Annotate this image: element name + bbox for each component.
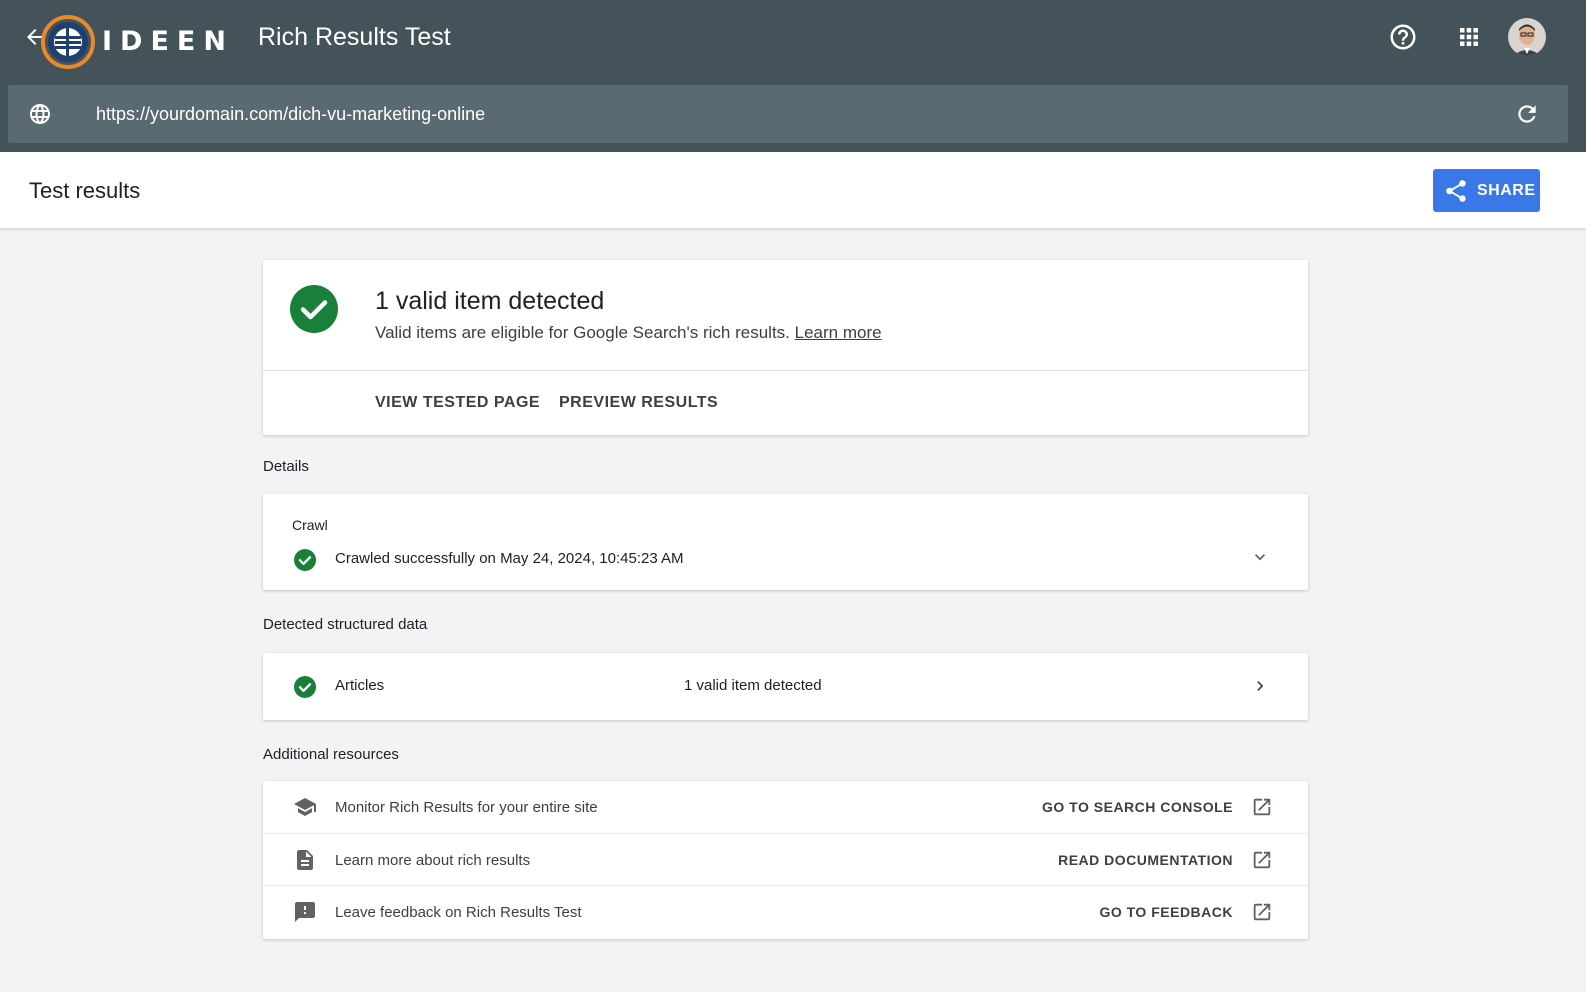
resource-row: Leave feedback on Rich Results Test GO T… — [263, 885, 1308, 937]
summary-title: 1 valid item detected — [375, 287, 605, 315]
share-icon — [1443, 178, 1469, 204]
app-title: Rich Results Test — [258, 23, 451, 51]
open-in-new-icon[interactable] — [1251, 849, 1273, 871]
page-title: Test results — [29, 178, 141, 203]
go-to-search-console-link[interactable]: GO TO SEARCH CONSOLE — [1042, 799, 1233, 815]
feedback-icon — [292, 900, 318, 924]
resource-row: Learn more about rich results READ DOCUM… — [263, 833, 1308, 885]
articles-label: Articles — [335, 677, 385, 694]
structured-data-heading: Detected structured data — [263, 616, 428, 633]
open-in-new-icon[interactable] — [1251, 796, 1273, 818]
open-in-new-icon[interactable] — [1251, 901, 1273, 923]
logo-text: IDEEN — [102, 26, 234, 57]
avatar[interactable] — [1508, 18, 1546, 56]
url-bar[interactable]: https://yourdomain.com/dich-vu-marketing… — [8, 85, 1568, 143]
resource-text: Learn more about rich results — [335, 852, 531, 869]
details-heading: Details — [263, 458, 309, 475]
divider — [263, 370, 1308, 371]
resources-card: Monitor Rich Results for your entire sit… — [263, 781, 1308, 939]
top-app-bar: IDEEN Rich Results Test — [0, 0, 1586, 84]
check-circle-icon — [294, 676, 316, 698]
resource-text: Leave feedback on Rich Results Test — [335, 904, 582, 921]
articles-status: 1 valid item detected — [684, 677, 822, 694]
document-icon — [292, 848, 318, 872]
check-circle-icon — [290, 285, 338, 333]
help-icon[interactable] — [1388, 22, 1418, 52]
preview-results-button[interactable]: PREVIEW RESULTS — [559, 394, 718, 412]
url-bar-container: https://yourdomain.com/dich-vu-marketing… — [0, 84, 1586, 152]
go-to-feedback-link[interactable]: GO TO FEEDBACK — [1099, 904, 1233, 920]
view-tested-page-button[interactable]: VIEW TESTED PAGE — [375, 394, 540, 412]
summary-subtitle: Valid items are eligible for Google Sear… — [375, 323, 882, 343]
share-label: SHARE — [1477, 182, 1536, 199]
apps-grid-icon[interactable] — [1454, 22, 1484, 52]
summary-subtitle-text: Valid items are eligible for Google Sear… — [375, 323, 790, 342]
read-documentation-link[interactable]: READ DOCUMENTATION — [1058, 852, 1233, 868]
learn-more-link[interactable]: Learn more — [795, 323, 882, 342]
globe-icon — [28, 102, 52, 126]
logo-icon — [40, 14, 96, 70]
url-input[interactable]: https://yourdomain.com/dich-vu-marketing… — [96, 104, 485, 125]
chevron-down-icon[interactable] — [1250, 547, 1270, 567]
share-button[interactable]: SHARE — [1433, 169, 1540, 212]
check-circle-icon — [294, 549, 316, 571]
articles-row[interactable]: Articles 1 valid item detected — [263, 653, 1308, 720]
school-icon — [292, 795, 318, 819]
chevron-right-icon[interactable] — [1250, 676, 1270, 696]
resource-row: Monitor Rich Results for your entire sit… — [263, 781, 1308, 833]
resources-heading: Additional resources — [263, 746, 399, 763]
results-header: Test results SHARE — [0, 152, 1586, 228]
crawl-label: Crawl — [292, 517, 328, 533]
crawl-status: Crawled successfully on May 24, 2024, 10… — [335, 550, 684, 567]
resource-text: Monitor Rich Results for your entire sit… — [335, 799, 598, 816]
refresh-icon[interactable] — [1514, 101, 1540, 127]
crawl-card[interactable]: Crawl Crawled successfully on May 24, 20… — [263, 494, 1308, 590]
summary-card: 1 valid item detected Valid items are el… — [263, 260, 1308, 435]
